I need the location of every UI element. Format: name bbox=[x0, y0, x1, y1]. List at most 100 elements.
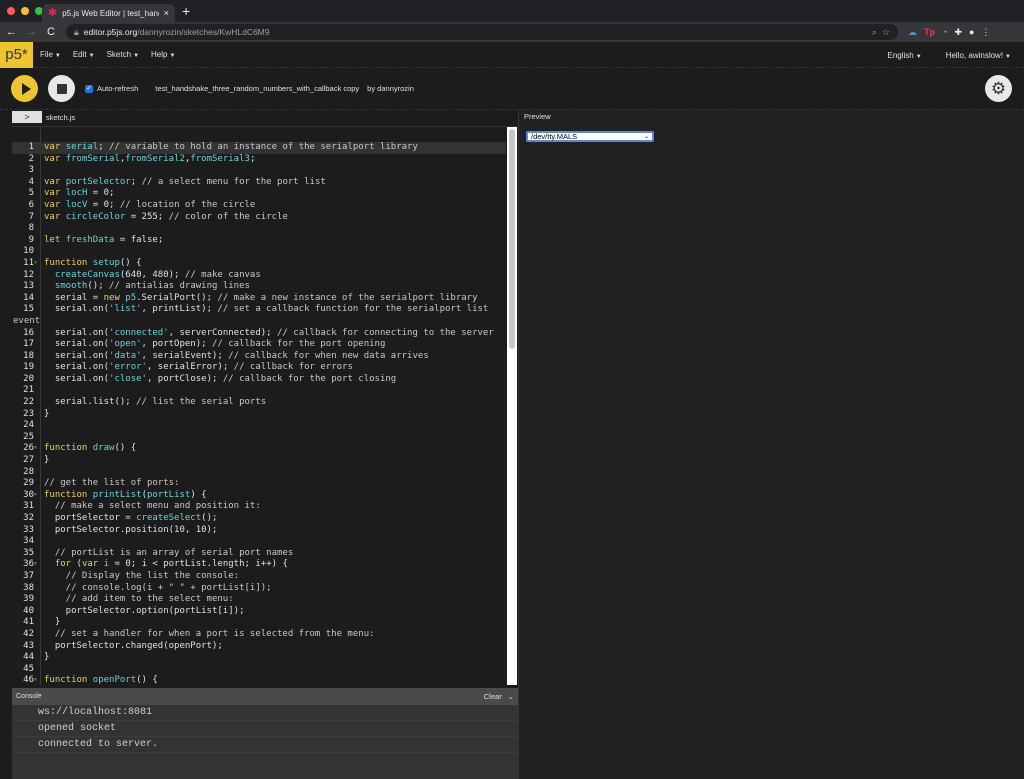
project-name[interactable]: test_handshake_three_random_numbers_with… bbox=[155, 84, 359, 93]
port-select[interactable]: /dev/tty.MALS ⌄ bbox=[526, 131, 654, 142]
code-line[interactable]: 21 bbox=[12, 385, 506, 397]
reload-button[interactable]: C bbox=[46, 26, 56, 38]
code-token: circleColor bbox=[65, 211, 126, 222]
code-line[interactable]: 26 ▼ function draw() { bbox=[12, 443, 506, 455]
minimize-window-button[interactable] bbox=[21, 7, 29, 15]
code-line[interactable]: 14 serial = new p5.SerialPort(); // make… bbox=[12, 293, 506, 305]
line-number: 9 bbox=[28, 234, 34, 245]
code-line[interactable]: 8 bbox=[12, 223, 506, 235]
forward-button[interactable]: → bbox=[26, 26, 37, 38]
play-button[interactable] bbox=[11, 75, 38, 102]
url-field[interactable]: 🔒︎ editor.p5js.org/dannyrozin/sketches/K… bbox=[66, 24, 898, 40]
code-line[interactable]: 44} bbox=[12, 652, 506, 664]
fold-arrow-icon[interactable]: ▼ bbox=[34, 675, 41, 685]
code-line[interactable]: 40 portSelector.option(portList[i]); bbox=[12, 606, 506, 618]
code-line[interactable]: 11 ▼ function setup() { bbox=[12, 258, 506, 270]
auto-refresh-toggle[interactable]: ✓ Auto-refresh bbox=[85, 84, 138, 93]
fold-arrow-icon[interactable]: ▼ bbox=[34, 490, 41, 502]
code-line[interactable]: 46 ▼ function openPort() { bbox=[12, 675, 506, 685]
code-line[interactable]: 32 portSelector = createSelect(); bbox=[12, 513, 506, 525]
collapse-chevron-icon[interactable]: ⌄ bbox=[508, 692, 514, 701]
code-text: var locH = 0; bbox=[41, 188, 114, 200]
code-line[interactable]: 12 createCanvas(640, 480); // make canva… bbox=[12, 270, 506, 282]
code-line[interactable]: 34 bbox=[12, 536, 506, 548]
settings-button[interactable]: ⚙ bbox=[985, 75, 1012, 102]
code-line[interactable]: 6 var locV = 0; // location of the circle bbox=[12, 200, 506, 212]
scrollbar-thumb[interactable] bbox=[509, 129, 515, 349]
tp-extension-icon[interactable]: Tp bbox=[924, 27, 935, 37]
code-line[interactable]: 1 var serial; // variable to hold an inst… bbox=[12, 142, 506, 154]
close-window-button[interactable] bbox=[7, 7, 15, 15]
code-line[interactable]: 3 bbox=[12, 165, 506, 177]
code-line[interactable]: 25 bbox=[12, 432, 506, 444]
code-lines: 1 var serial; // variable to hold an inst… bbox=[12, 142, 506, 685]
code-line[interactable]: 13 smooth(); // antialias drawing lines bbox=[12, 281, 506, 293]
code-line[interactable]: 31 // make a select menu and position it… bbox=[12, 501, 506, 513]
menu-help[interactable]: Help ▼ bbox=[151, 50, 175, 59]
auto-refresh-checkbox[interactable]: ✓ bbox=[85, 84, 93, 93]
code-line[interactable]: 18 serial.on('data', serialEvent); // ca… bbox=[12, 351, 506, 363]
code-line[interactable]: 42 // set a handler for when a port is s… bbox=[12, 629, 506, 641]
console-clear-button[interactable]: Clear bbox=[484, 692, 502, 701]
language-menu[interactable]: English ▼ bbox=[887, 51, 921, 60]
menu-edit[interactable]: Edit ▼ bbox=[73, 50, 95, 59]
code-line[interactable]: 33 portSelector.position(10, 10); bbox=[12, 525, 506, 537]
caret-down-icon: ▼ bbox=[133, 53, 140, 59]
fold-arrow-icon[interactable]: ▼ bbox=[34, 258, 41, 270]
code-line[interactable]: 22 serial.list(); // list the serial por… bbox=[12, 397, 506, 409]
p5-logo[interactable]: p5* bbox=[0, 41, 33, 68]
back-button[interactable]: ← bbox=[6, 26, 17, 38]
zoom-icon[interactable]: ⌕ bbox=[872, 27, 877, 38]
code-line[interactable]: 37 // Display the list the console: bbox=[12, 571, 506, 583]
browser-menu-icon[interactable]: ⋮ bbox=[981, 27, 990, 38]
code-line[interactable]: 28 bbox=[12, 467, 506, 479]
browser-tab[interactable]: ✱ p5.js Web Editor | test_handsh × bbox=[42, 4, 175, 22]
code-line[interactable]: 45 bbox=[12, 664, 506, 676]
cloud-extension-icon[interactable]: ☁ bbox=[908, 27, 917, 38]
code-line[interactable]: event bbox=[12, 316, 506, 328]
code-line[interactable]: 15 serial.on('list', printList); // set … bbox=[12, 304, 506, 316]
code-editor[interactable]: 1 var serial; // variable to hold an inst… bbox=[12, 126, 518, 685]
code-line[interactable]: 39 // add item to the select menu: bbox=[12, 594, 506, 606]
code-line[interactable]: 24 bbox=[12, 420, 506, 432]
puzzle-extensions-icon[interactable]: ✚ bbox=[954, 27, 962, 38]
line-number: 28 bbox=[23, 466, 34, 477]
code-line[interactable]: 2 var fromSerial,fromSerial2,fromSerial3; bbox=[12, 154, 506, 166]
code-line[interactable]: 4 var portSelector; // a select menu for … bbox=[12, 177, 506, 189]
code-line[interactable]: 30 ▼ function printList(portList) { bbox=[12, 490, 506, 502]
code-line[interactable]: 19 serial.on('error', serialError); // c… bbox=[12, 362, 506, 374]
code-line[interactable]: 10 bbox=[12, 246, 506, 258]
new-tab-button[interactable]: + bbox=[182, 3, 190, 19]
profile-avatar-icon[interactable]: ● bbox=[969, 27, 974, 37]
code-line[interactable]: 36 ▼ for (var i = 0; i < portList.length;… bbox=[12, 559, 506, 571]
menu-sketch[interactable]: Sketch ▼ bbox=[107, 50, 139, 59]
code-token: serial.on( bbox=[44, 373, 110, 384]
menu-file[interactable]: File ▼ bbox=[40, 50, 61, 59]
code-token: serial.on( bbox=[44, 327, 110, 338]
expand-sidebar-button[interactable]: > bbox=[12, 111, 42, 123]
line-number: 18 bbox=[23, 350, 34, 361]
bookmark-star-icon[interactable]: ☆ bbox=[882, 27, 890, 38]
code-line[interactable]: 5 var locH = 0; bbox=[12, 188, 506, 200]
tab-close-icon[interactable]: × bbox=[164, 8, 169, 18]
code-line[interactable]: 43 portSelector.changed(openPort); bbox=[12, 641, 506, 653]
code-line[interactable]: 29 // get the list of ports: bbox=[12, 478, 506, 490]
code-line[interactable]: 41 } bbox=[12, 617, 506, 629]
code-line[interactable]: 20 serial.on('close', portClose); // cal… bbox=[12, 374, 506, 386]
code-line[interactable]: 17 serial.on('open', portOpen); // callb… bbox=[12, 339, 506, 351]
user-menu[interactable]: Hello, awinslow! ▼ bbox=[946, 51, 1011, 60]
code-line[interactable]: 7 var circleColor = 255; // color of the … bbox=[12, 212, 506, 224]
editor-scrollbar[interactable] bbox=[507, 127, 517, 685]
code-line[interactable]: 38 // console.log(i + " " + portList[i])… bbox=[12, 583, 506, 595]
fold-arrow-icon[interactable]: ▼ bbox=[34, 559, 41, 571]
code-line[interactable]: 9 let freshData = false; bbox=[12, 235, 506, 247]
code-line[interactable]: 23} bbox=[12, 409, 506, 421]
stop-button[interactable] bbox=[48, 75, 75, 102]
code-line[interactable]: 27} bbox=[12, 455, 506, 467]
clock-extension-icon[interactable]: ◔ bbox=[942, 27, 947, 37]
fold-arrow-icon[interactable]: ▼ bbox=[34, 443, 41, 455]
code-line[interactable]: 35 // portList is an array of serial por… bbox=[12, 548, 506, 560]
code-line[interactable]: 16 serial.on('connected', serverConnecte… bbox=[12, 328, 506, 340]
